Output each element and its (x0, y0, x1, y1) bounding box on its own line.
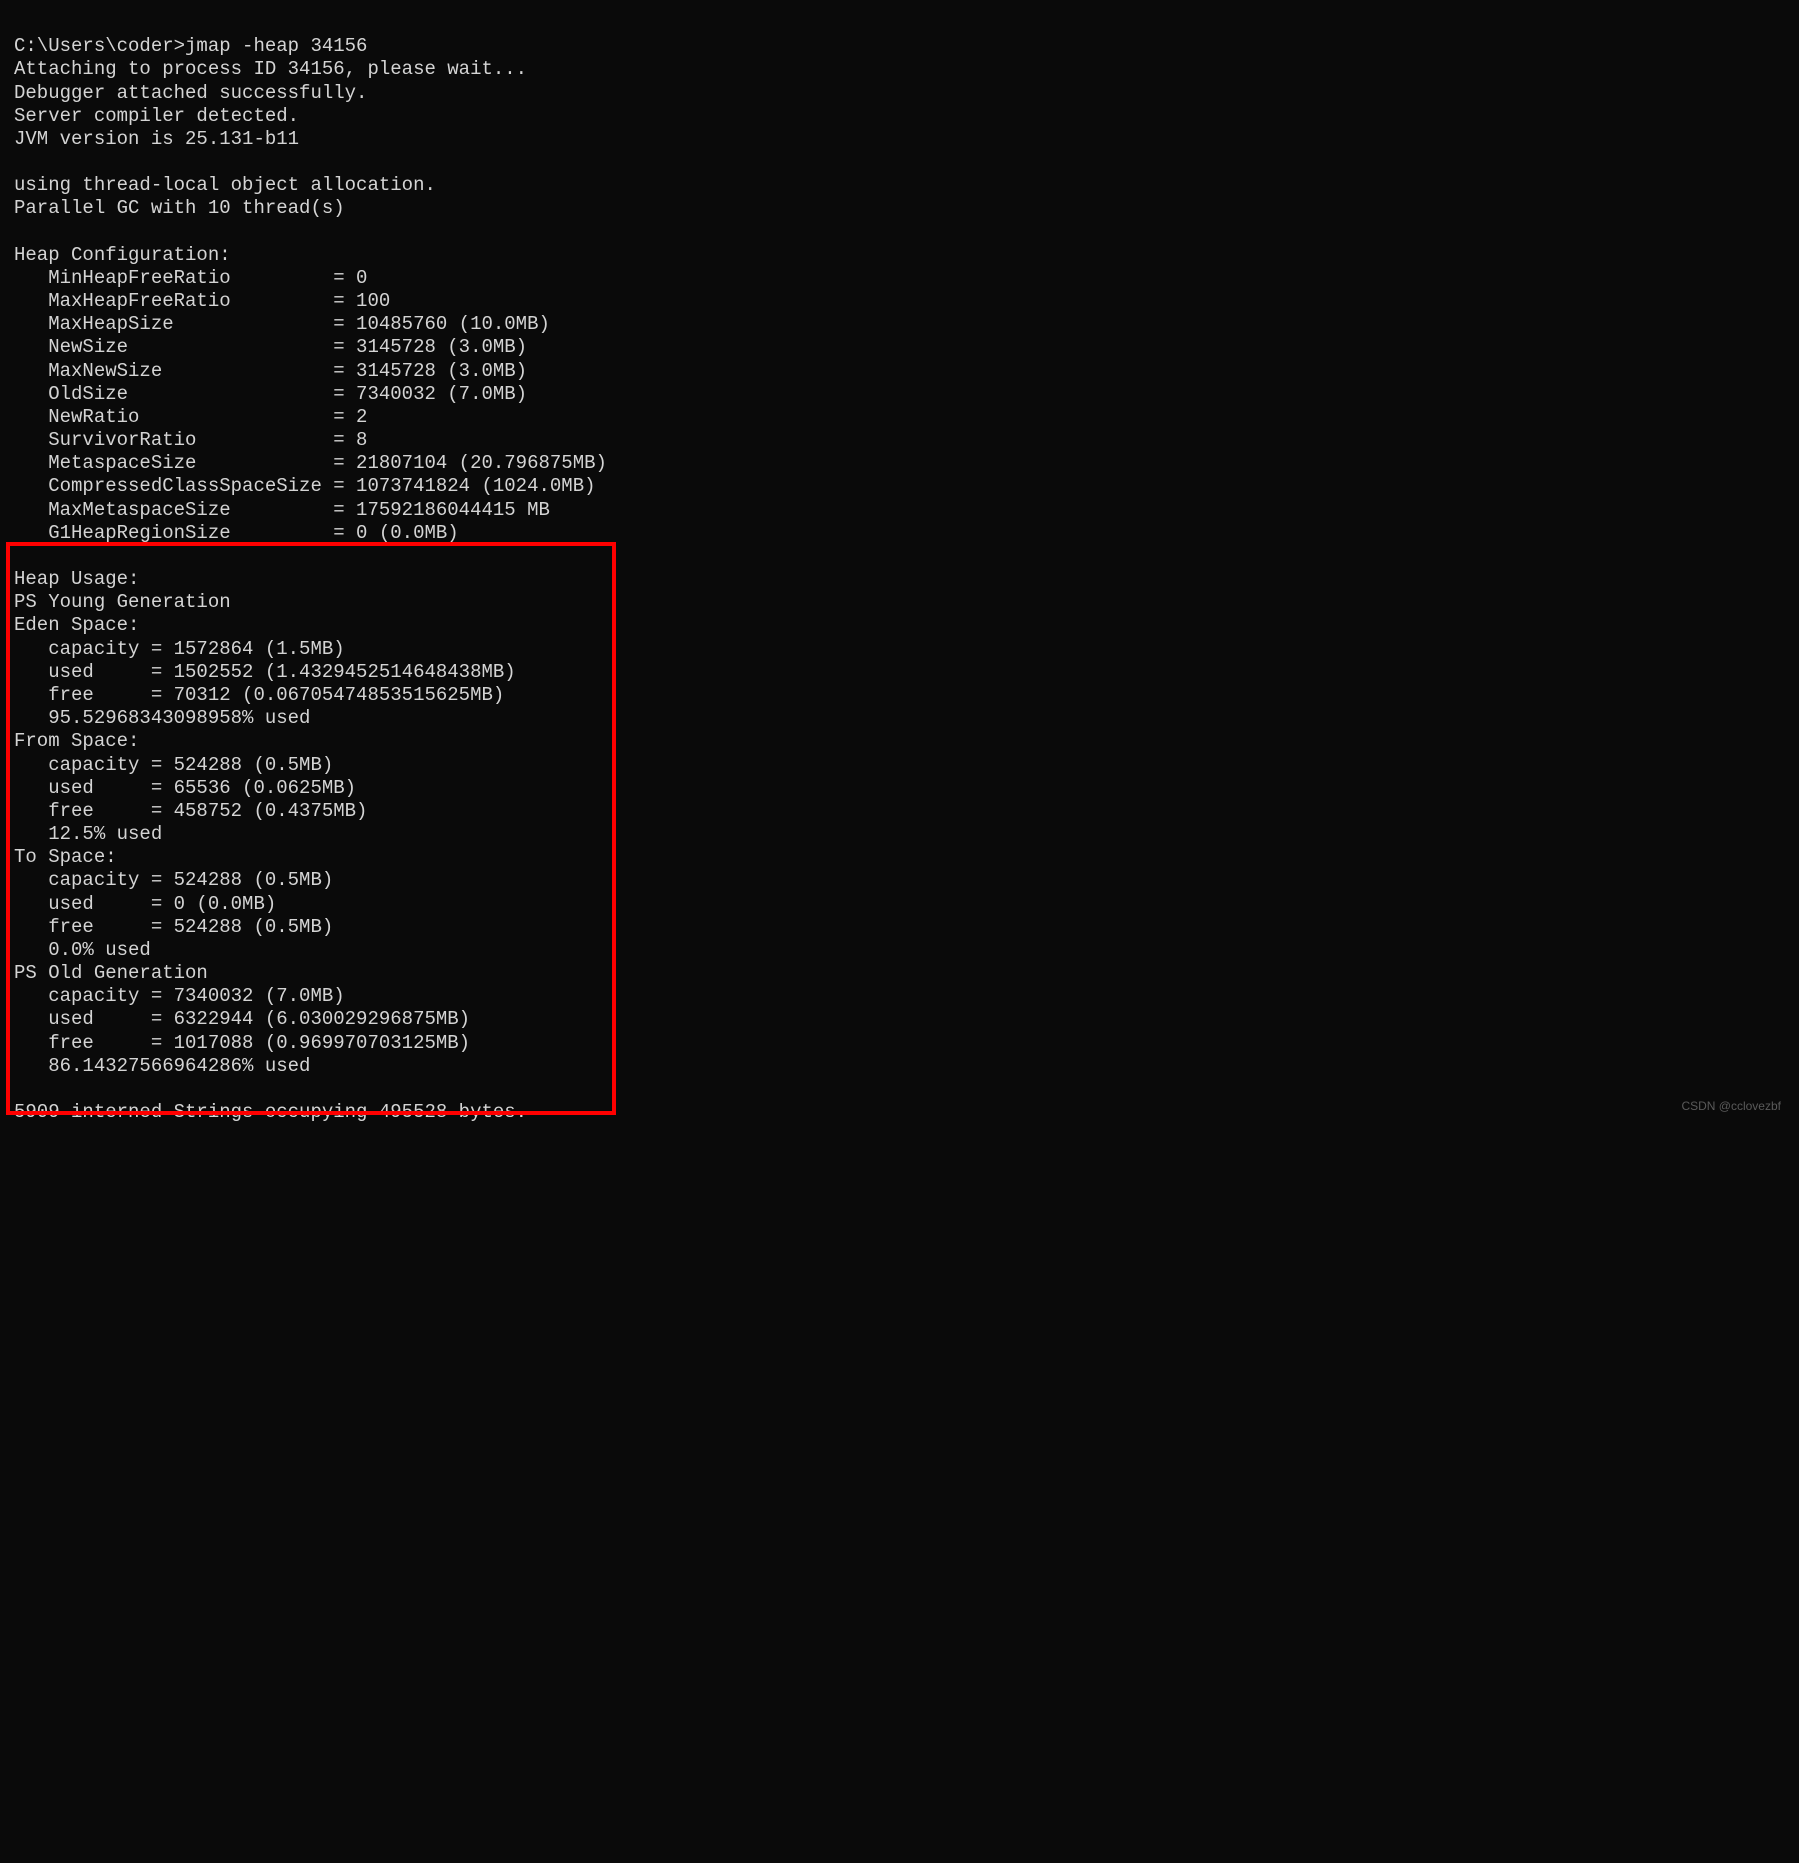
cfg-newsize: NewSize = 3145728 (3.0MB) (14, 336, 527, 358)
eden-used: used = 1502552 (1.4329452514648438MB) (14, 661, 516, 683)
jvm-line: JVM version is 25.131-b11 (14, 128, 299, 150)
compiler-line: Server compiler detected. (14, 105, 299, 127)
cfg-compressedclassspacesize: CompressedClassSpaceSize = 1073741824 (1… (14, 475, 596, 497)
to-used: used = 0 (0.0MB) (14, 893, 276, 915)
eden-capacity: capacity = 1572864 (1.5MB) (14, 638, 345, 660)
cfg-maxnewsize: MaxNewSize = 3145728 (3.0MB) (14, 360, 527, 382)
heap-config-header: Heap Configuration: (14, 244, 231, 266)
old-used: used = 6322944 (6.030029296875MB) (14, 1008, 470, 1030)
cfg-g1heapregionsize: G1HeapRegionSize = 0 (0.0MB) (14, 522, 459, 544)
cfg-minheapfreeratio: MinHeapFreeRatio = 0 (14, 267, 367, 289)
old-free: free = 1017088 (0.969970703125MB) (14, 1032, 470, 1054)
to-free: free = 524288 (0.5MB) (14, 916, 333, 938)
gc-line: Parallel GC with 10 thread(s) (14, 197, 345, 219)
cfg-oldsize: OldSize = 7340032 (7.0MB) (14, 383, 527, 405)
eden-pct: 95.52968343098958% used (14, 707, 310, 729)
to-pct: 0.0% used (14, 939, 151, 961)
cfg-maxheapsize: MaxHeapSize = 10485760 (10.0MB) (14, 313, 550, 335)
eden-free: free = 70312 (0.06705474853515625MB) (14, 684, 504, 706)
terminal-output: C:\Users\coder>jmap -heap 34156 Attachin… (0, 0, 1799, 1183)
from-used: used = 65536 (0.0625MB) (14, 777, 356, 799)
old-gen-header: PS Old Generation (14, 962, 208, 984)
command: jmap -heap 34156 (185, 35, 367, 57)
prompt: C:\Users\coder> (14, 35, 185, 57)
from-header: From Space: (14, 730, 139, 752)
cfg-metaspacesize: MetaspaceSize = 21807104 (20.796875MB) (14, 452, 607, 474)
to-capacity: capacity = 524288 (0.5MB) (14, 869, 333, 891)
interned-line: 5909 interned Strings occupying 495528 b… (14, 1101, 527, 1123)
old-capacity: capacity = 7340032 (7.0MB) (14, 985, 345, 1007)
from-free: free = 458752 (0.4375MB) (14, 800, 367, 822)
debugger-line: Debugger attached successfully. (14, 82, 367, 104)
attach-line: Attaching to process ID 34156, please wa… (14, 58, 527, 80)
to-header: To Space: (14, 846, 117, 868)
heap-usage-header: Heap Usage: (14, 568, 139, 590)
cfg-maxheapfreeratio: MaxHeapFreeRatio = 100 (14, 290, 390, 312)
eden-header: Eden Space: (14, 614, 139, 636)
alloc-line: using thread-local object allocation. (14, 174, 436, 196)
cfg-maxmetaspacesize: MaxMetaspaceSize = 17592186044415 MB (14, 499, 550, 521)
young-gen-header: PS Young Generation (14, 591, 231, 613)
old-pct: 86.14327566964286% used (14, 1055, 310, 1077)
watermark: CSDN @cclovezbf (1681, 1099, 1781, 1114)
cfg-survivorratio: SurvivorRatio = 8 (14, 429, 367, 451)
from-pct: 12.5% used (14, 823, 162, 845)
cfg-newratio: NewRatio = 2 (14, 406, 367, 428)
from-capacity: capacity = 524288 (0.5MB) (14, 754, 333, 776)
